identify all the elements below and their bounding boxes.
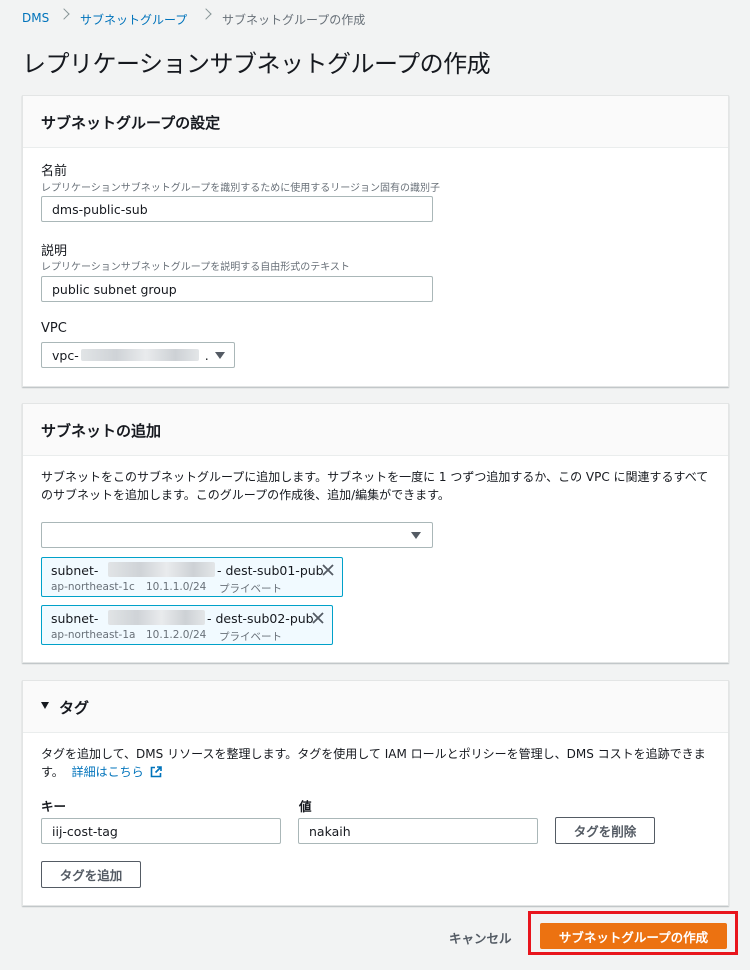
breadcrumb-current: サブネットグループの作成 <box>222 13 366 27</box>
page-title: レプリケーションサブネットグループの作成 <box>22 50 491 78</box>
tags-panel-title[interactable]: タグ <box>59 697 89 718</box>
subnet-token-cidr: 10.1.2.0/24 <box>146 629 207 641</box>
tag-value-label: 値 <box>299 799 312 814</box>
tags-description: タグを追加して、DMS リソースを整理します。タグを使用して IAM ロールとポ… <box>41 745 711 781</box>
close-icon[interactable] <box>312 612 324 624</box>
caret-down-icon[interactable] <box>41 702 49 709</box>
chevron-right-icon <box>200 8 212 20</box>
name-label: 名前 <box>41 164 68 179</box>
tags-panel: タグ タグを追加して、DMS リソースを整理します。タグを使用して IAM ロー… <box>22 680 729 906</box>
external-link-icon[interactable] <box>150 766 163 778</box>
subnet-token: subnet- - dest-sub02-pub ap-northeast-1a… <box>41 605 333 645</box>
description-label: 説明 <box>41 244 68 259</box>
subnets-description: サブネットをこのサブネットグループに追加します。サブネットを一度に 1 つずつ追… <box>41 470 709 502</box>
subnet-select[interactable] <box>41 522 433 548</box>
tag-key-input-value: iij-cost-tag <box>52 823 118 839</box>
breadcrumb-subnet-groups-link[interactable]: サブネットグループ <box>80 11 187 28</box>
vpc-select-suffix: . <box>204 347 209 363</box>
subnet-token-az: ap-northeast-1a <box>51 629 136 641</box>
name-hint: レプリケーションサブネットグループを識別するために使用するリージョン固有の識別子 <box>41 183 440 194</box>
tag-value-input-value: nakaih <box>309 823 351 839</box>
close-icon[interactable] <box>322 564 334 576</box>
subnet-token-az: ap-northeast-1c <box>51 581 135 593</box>
subnet-token-name: - dest-sub01-pub <box>217 563 324 578</box>
learn-more-link[interactable]: 詳細はこちら <box>72 765 144 779</box>
subnets-panel: サブネットの追加 サブネットをこのサブネットグループに追加します。サブネットを一… <box>22 403 729 663</box>
remove-tag-button[interactable]: タグを削除 <box>555 817 655 844</box>
subnet-token-name: - dest-sub02-pub <box>207 611 314 626</box>
description-input-value: public subnet group <box>52 281 177 297</box>
subnet-token: subnet- - dest-sub01-pub ap-northeast-1c… <box>41 557 343 597</box>
vpc-label: VPC <box>41 321 67 336</box>
breadcrumb-dms-link[interactable]: DMS <box>22 11 49 25</box>
subnet-token-type: プライベート <box>219 631 282 643</box>
subnet-token-prefix: subnet- <box>51 611 99 626</box>
redacted-vpc-id <box>80 349 199 361</box>
tag-key-label: キー <box>41 799 67 814</box>
settings-panel-header: サブネットグループの設定 <box>23 96 728 148</box>
subnet-token-prefix: subnet- <box>51 563 99 578</box>
description-input[interactable]: public subnet group <box>41 276 433 302</box>
subnet-token-type: プライベート <box>219 583 282 595</box>
chevron-right-icon <box>58 8 70 20</box>
create-subnet-group-button[interactable]: サブネットグループの作成 <box>540 923 727 949</box>
vpc-select[interactable]: vpc- . <box>41 342 235 368</box>
tag-key-input[interactable]: iij-cost-tag <box>41 818 281 844</box>
name-input[interactable]: dms-public-sub <box>41 196 433 222</box>
subnets-panel-header: サブネットの追加 <box>23 404 728 456</box>
redacted-subnet-id <box>108 610 205 625</box>
subnet-token-cidr: 10.1.1.0/24 <box>146 581 207 593</box>
settings-panel-title: サブネットグループの設定 <box>41 114 221 132</box>
tag-value-input[interactable]: nakaih <box>298 818 538 844</box>
redacted-subnet-id <box>108 562 215 577</box>
add-tag-button[interactable]: タグを追加 <box>41 861 141 888</box>
caret-down-icon <box>215 352 225 359</box>
cancel-button[interactable]: キャンセル <box>449 928 512 947</box>
tags-panel-header[interactable]: タグ <box>23 681 728 733</box>
vpc-select-prefix: vpc- <box>52 347 79 363</box>
caret-down-icon <box>411 532 421 539</box>
description-hint: レプリケーションサブネットグループを説明する自由形式のテキスト <box>41 262 350 273</box>
settings-panel: サブネットグループの設定 名前 レプリケーションサブネットグループを識別するため… <box>22 95 729 387</box>
name-input-value: dms-public-sub <box>52 201 148 217</box>
subnets-panel-title: サブネットの追加 <box>41 422 162 440</box>
